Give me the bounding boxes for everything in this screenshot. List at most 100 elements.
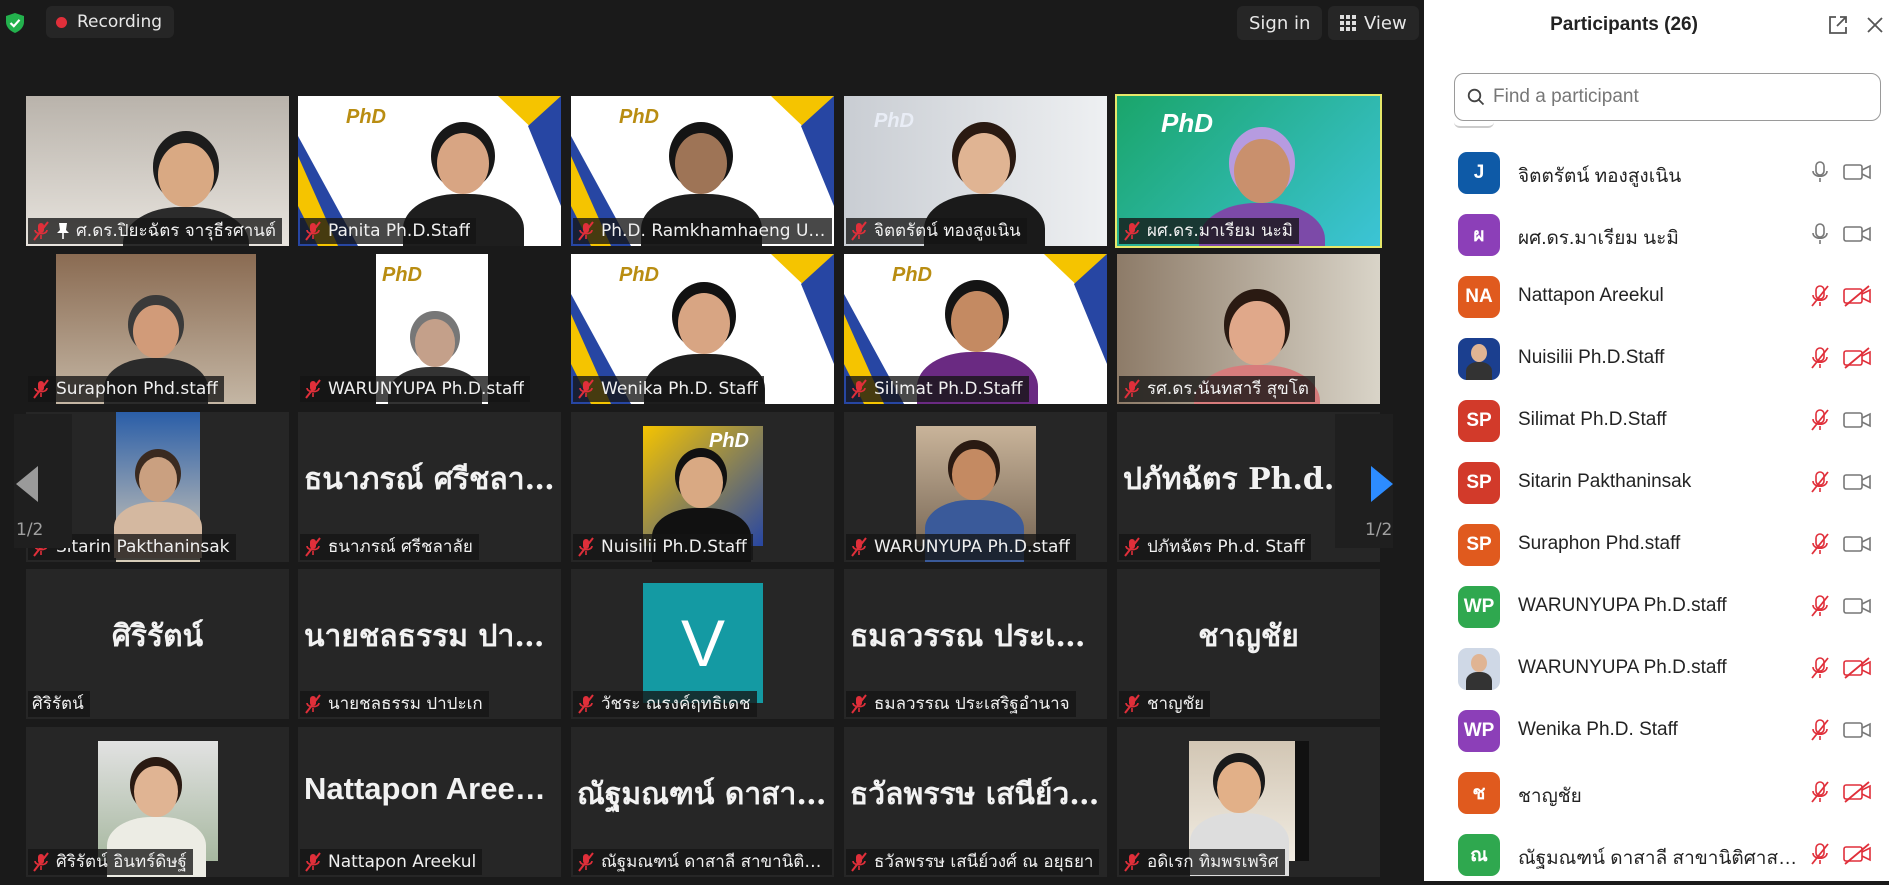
video-camera-icon[interactable] — [1842, 223, 1872, 245]
microphone-muted-icon[interactable] — [1809, 780, 1831, 804]
microphone-muted-icon[interactable] — [1809, 594, 1831, 618]
video-camera-icon[interactable] — [1842, 595, 1872, 617]
participant-name: Wenika Ph.D. Staff — [601, 379, 759, 399]
view-button[interactable]: View — [1328, 6, 1419, 40]
tile-display-name: ธนาภรณ์ ศรีชลาลัย — [304, 462, 555, 497]
mic-muted-icon — [851, 221, 867, 241]
participant-row[interactable]: J จิตตรัตน์ ทองสูงเนิน — [1424, 141, 1889, 203]
video-tile[interactable]: PhD จิตตรัตน์ ทองสูงเนิน — [844, 96, 1107, 246]
close-icon[interactable] — [1864, 14, 1886, 36]
mic-muted-icon — [33, 852, 49, 872]
video-tile[interactable]: ธมลวรรณ ประเสริฐอำนาจธมลวรรณ ประเสริฐอำน… — [844, 569, 1107, 719]
tile-display-name: ศิริรัตน์ — [111, 619, 204, 654]
mic-muted-icon — [851, 379, 867, 399]
mic-muted-icon — [1124, 537, 1140, 557]
recording-label: Recording — [77, 12, 163, 32]
mic-muted-icon — [1124, 852, 1140, 872]
video-tile[interactable]: WARUNYUPA Ph.D.staff — [844, 412, 1107, 562]
video-tile[interactable]: Nattapon Areekul Nattapon Areekul — [298, 727, 561, 877]
video-tile[interactable]: รศ.ดร.นันทสารี สุขโต — [1117, 254, 1380, 404]
participant-name: นายชลธรรม ปาปะเก — [328, 694, 483, 714]
participant-row[interactable]: ผ ผศ.ดร.มาเรียม นะมิ — [1424, 203, 1889, 265]
participant-row[interactable]: WP WARUNYUPA Ph.D.staff — [1424, 575, 1889, 637]
mic-muted-icon — [305, 852, 321, 872]
mic-muted-icon — [1124, 694, 1140, 714]
video-camera-icon[interactable] — [1842, 719, 1872, 741]
participant-avatar: SP — [1458, 524, 1500, 566]
video-camera-off-icon[interactable] — [1842, 285, 1872, 307]
participant-row[interactable]: SP Sitarin Pakthaninsak — [1424, 451, 1889, 513]
participant-row[interactable]: WARUNYUPA Ph.D.staff — [1424, 637, 1889, 699]
video-tile[interactable]: PhD Nuisilii Ph.D.Staff — [571, 412, 834, 562]
participant-row[interactable]: WP Wenika Ph.D. Staff — [1424, 699, 1889, 761]
participant-name: ผศ.ดร.มาเรียม นะมิ — [1518, 228, 1679, 249]
tile-name-label: WARUNYUPA Ph.D.staff — [300, 376, 531, 402]
sign-in-button[interactable]: Sign in — [1237, 6, 1323, 40]
video-camera-icon[interactable] — [1842, 409, 1872, 431]
video-tile[interactable]: PhD Panita Ph.D.Staff — [298, 96, 561, 246]
video-camera-off-icon[interactable] — [1842, 843, 1872, 865]
microphone-muted-icon[interactable] — [1809, 718, 1831, 742]
next-page-button[interactable]: 1/2 — [1335, 414, 1393, 548]
microphone-muted-icon[interactable] — [1809, 470, 1831, 494]
video-tile[interactable]: PhD Ph.D. Ramkhamhaeng Un... — [571, 96, 834, 246]
participant-name: วัชระ ณรงค์ฤทธิเดช — [601, 694, 751, 714]
recording-indicator[interactable]: Recording — [46, 6, 175, 38]
microphone-muted-icon[interactable] — [1809, 408, 1831, 432]
video-tile[interactable]: PhD WARUNYUPA Ph.D.staff — [298, 254, 561, 404]
video-tile[interactable]: นายชลธรรม ปาปะเก นายชลธรรม ปาปะเก — [298, 569, 561, 719]
microphone-muted-icon[interactable] — [1809, 284, 1831, 308]
mic-muted-icon — [578, 537, 594, 557]
participant-row[interactable]: ณ ณัฐมณฑน์ ดาสาลี สาขานิติศาสตร์ — [1424, 823, 1889, 885]
video-tile[interactable]: ศ.ดร.ปิยะฉัตร จารุธีรศานต์ — [26, 96, 289, 246]
participant-row[interactable]: NA Nattapon Areekul — [1424, 265, 1889, 327]
video-tile[interactable]: ธนาภรณ์ ศรีชลาลัย ธนาภรณ์ ศรีชลาลัย — [298, 412, 561, 562]
video-camera-icon[interactable] — [1842, 533, 1872, 555]
participant-name: WARUNYUPA Ph.D.staff — [1518, 595, 1727, 616]
participant-row[interactable]: SP Silimat Ph.D.Staff — [1424, 389, 1889, 451]
participant-avatar-photo — [1458, 648, 1500, 690]
previous-page-button[interactable]: 1/2 — [14, 414, 72, 548]
video-tile[interactable]: Suraphon Phd.staff — [26, 254, 289, 404]
video-camera-off-icon[interactable] — [1842, 657, 1872, 679]
microphone-muted-icon[interactable] — [1809, 532, 1831, 556]
shield-check-icon[interactable] — [4, 12, 26, 34]
video-tile[interactable]: ชาญชัย ชาญชัย — [1117, 569, 1380, 719]
tile-display-name: ชาญชัย — [1198, 619, 1299, 654]
participant-name: WARUNYUPA Ph.D.staff — [1518, 657, 1727, 678]
tile-name-label: ศิริรัตน์ — [28, 691, 90, 717]
participant-row[interactable]: ช ชาญชัย — [1424, 761, 1889, 823]
video-tile[interactable]: ธวัลพรรษ เสนีย์วงศ์ ณ อยุธยาธวัลพรรษ เสน… — [844, 727, 1107, 877]
video-tile[interactable]: ศิริรัตน์ ศิริรัตน์ — [26, 569, 289, 719]
video-tile[interactable]: ณัฐมณฑน์ ดาสาลี สาขานิติศาสตร์ณัฐมณฑน์ ด… — [571, 727, 834, 877]
video-tile[interactable]: PhD Silimat Ph.D.Staff — [844, 254, 1107, 404]
video-tile[interactable]: PhD ผศ.ดร.มาเรียม นะมิ — [1115, 94, 1382, 248]
microphone-muted-icon[interactable] — [1809, 346, 1831, 370]
video-tile[interactable]: อดิเรก ทิมพรเพริศ — [1117, 727, 1380, 877]
microphone-icon[interactable] — [1809, 160, 1831, 184]
participant-name: Sitarin Pakthaninsak — [56, 537, 230, 557]
participant-row[interactable]: SP Suraphon Phd.staff — [1424, 513, 1889, 575]
mic-muted-icon — [851, 537, 867, 557]
video-camera-off-icon[interactable] — [1842, 781, 1872, 803]
video-camera-icon[interactable] — [1842, 471, 1872, 493]
microphone-icon[interactable] — [1809, 222, 1831, 246]
video-tile[interactable]: PhD Wenika Ph.D. Staff — [571, 254, 834, 404]
video-tile[interactable]: ศิริรัตน์ อินทร์ดิษฐ์ — [26, 727, 289, 877]
participant-name: Panita Ph.D.Staff — [328, 221, 471, 241]
video-tile[interactable]: V วัชระ ณรงค์ฤทธิเดช — [571, 569, 834, 719]
tile-name-label: Silimat Ph.D.Staff — [846, 376, 1029, 402]
participant-avatar: ช — [1458, 772, 1500, 814]
participant-row[interactable]: Nuisilii Ph.D.Staff — [1424, 327, 1889, 389]
mic-muted-icon — [305, 379, 321, 399]
video-camera-off-icon[interactable] — [1842, 347, 1872, 369]
mic-muted-icon — [1124, 221, 1140, 241]
scrolled-row-edge — [1454, 122, 1494, 128]
popout-icon[interactable] — [1827, 14, 1849, 36]
participant-search-input[interactable] — [1493, 86, 1873, 108]
microphone-muted-icon[interactable] — [1809, 842, 1831, 866]
microphone-muted-icon[interactable] — [1809, 656, 1831, 680]
mic-muted-icon — [578, 852, 594, 872]
video-camera-icon[interactable] — [1842, 161, 1872, 183]
tile-display-name: นายชลธรรม ปาปะเก — [304, 619, 555, 654]
